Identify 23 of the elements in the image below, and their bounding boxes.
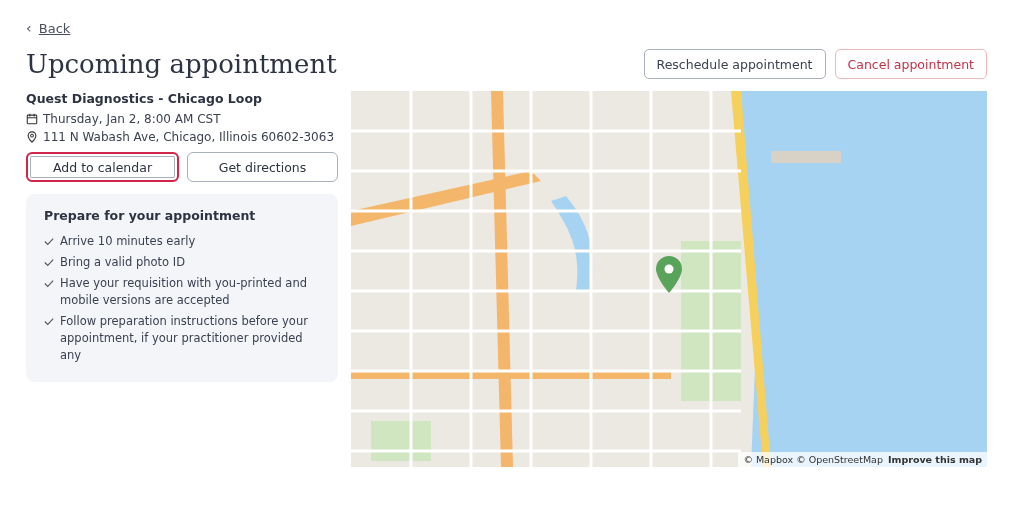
add-to-calendar-button[interactable]: Add to calendar (26, 152, 179, 182)
check-icon (44, 237, 54, 246)
address: 111 N Wabash Ave, Chicago, Illinois 60602-3063 (43, 130, 334, 144)
check-icon (44, 279, 54, 288)
location-name: Quest Diagnostics - Chicago Loop (26, 91, 263, 106)
calendar-icon (26, 113, 38, 125)
map-attribution: © Mapbox © OpenStreetMap (743, 454, 883, 465)
card-title: Prepare for your appointment (44, 208, 257, 223)
checklist-item: Bring a valid photo ID (60, 254, 186, 271)
cancel-button[interactable]: Cancel appointment (834, 49, 987, 79)
location-pin-icon (26, 131, 38, 143)
check-icon (44, 258, 54, 267)
appointment-date: Thursday, Jan 2, 8:00 AM CST (43, 112, 221, 126)
page-title: Upcoming appointment (26, 49, 337, 79)
checklist-item: Arrive 10 minutes early (60, 233, 196, 250)
reschedule-button[interactable]: Reschedule appointment (643, 49, 826, 79)
back-link[interactable]: ‹ Back (26, 20, 71, 36)
check-icon (44, 317, 54, 326)
map-pin-icon (655, 256, 683, 294)
improve-map-link[interactable]: Improve this map (887, 454, 982, 465)
directions-button[interactable]: Get directions (187, 152, 338, 182)
checklist-item: Have your requisition with you-printed and mobile versions are accepted (60, 275, 308, 309)
checklist-item: Follow preparation instructions before your appointment, if your practitioner provided any (60, 313, 309, 364)
